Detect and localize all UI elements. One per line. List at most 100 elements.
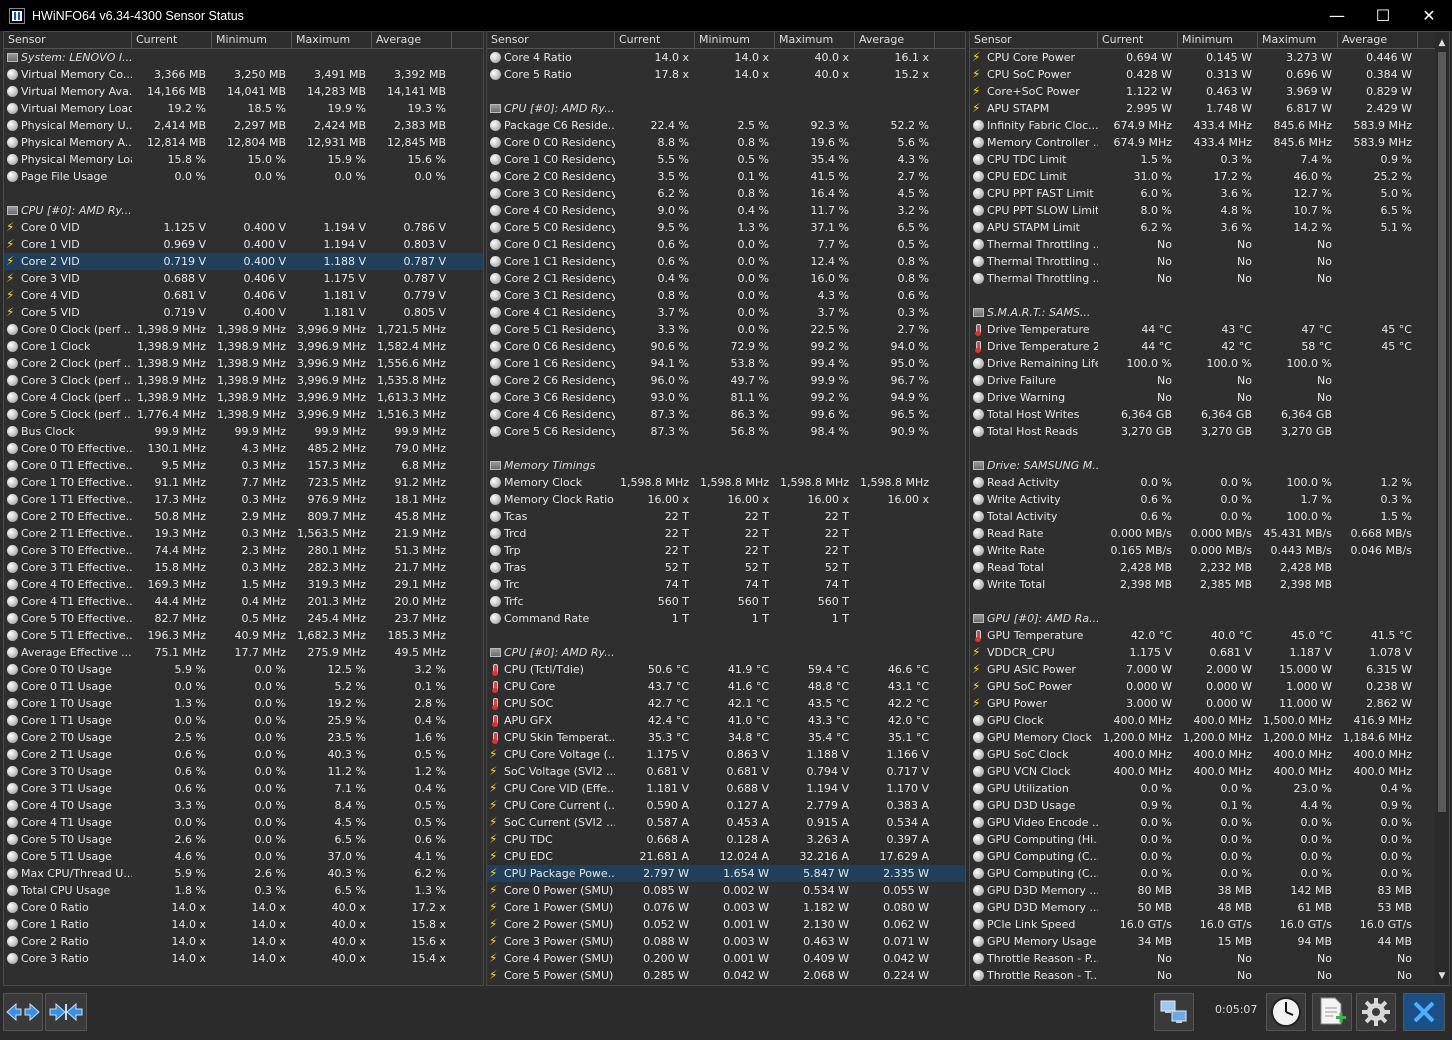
sensor-row[interactable]: SoC Current (SVI2 ... 0.587 A 0.453 A 0.915… (487, 814, 965, 831)
minimize-button[interactable]: — (1314, 0, 1360, 31)
sensor-row[interactable]: CPU Skin Temperat... 35.3 °C 34.8 °C 35.4 °… (487, 729, 965, 746)
sensor-row[interactable]: Throttle Reason - P... No No No No (970, 950, 1449, 967)
sensor-row[interactable]: CPU Core 43.7 °C 41.6 °C 48.8 °C 43.1 °C (487, 678, 965, 695)
sensor-row[interactable]: Total CPU Usage 1.8 % 0.3 % 6.5 % 1.3 % (4, 882, 483, 899)
sensor-row[interactable]: CPU Core VID (Effe... 1.181 V 0.688 V 1.194… (487, 780, 965, 797)
col-sensor[interactable]: Sensor (487, 32, 615, 48)
sensor-row[interactable]: Write Activity 0.6 % 0.0 % 1.7 % 0.3 % (970, 491, 1449, 508)
sensor-group-header[interactable]: Drive: SAMSUNG M... (970, 457, 1449, 474)
sensor-row[interactable]: Trc 74 T 74 T 74 T (487, 576, 965, 593)
sensor-row[interactable]: Core 1 Power (SMU) 0.076 W 0.003 W 1.182 W 0… (487, 899, 965, 916)
sensor-row[interactable]: Core+SoC Power 1.122 W 0.463 W 3.969 W 0.829… (970, 83, 1449, 100)
sensor-row[interactable]: GPU D3D Usage 0.9 % 0.1 % 4.4 % 0.9 % (970, 797, 1449, 814)
sensor-row[interactable]: Core 4 T0 Effective... 169.3 MHz 1.5 MHz 31… (4, 576, 483, 593)
sensor-row[interactable]: Core 5 C1 Residency 3.3 % 0.0 % 22.5 % 2.7 % (487, 321, 965, 338)
sensor-row[interactable]: Core 0 VID 1.125 V 0.400 V 1.194 V 0.786 V (4, 219, 483, 236)
sensor-row[interactable]: Core 1 T1 Effective... 17.3 MHz 0.3 MHz 976… (4, 491, 483, 508)
sensor-row[interactable]: Virtual Memory Ava... 14,166 MB 14,041 MB 1… (4, 83, 483, 100)
sensor-row[interactable]: Core 2 VID 0.719 V 0.400 V 1.188 V 0.787 V (4, 253, 483, 270)
sensor-row[interactable]: Average Effective ... 75.1 MHz 17.7 MHz 275… (4, 644, 483, 661)
col-average[interactable]: Average (855, 32, 935, 48)
sensor-row[interactable]: Core 2 C0 Residency 3.5 % 0.1 % 41.5 % 2.7 % (487, 168, 965, 185)
sensor-row[interactable]: Memory Clock Ratio 16.00 x 16.00 x 16.00 x 1… (487, 491, 965, 508)
sensor-row[interactable]: Infinity Fabric Cloc... 674.9 MHz 433.4 MH… (970, 117, 1449, 134)
sensor-row[interactable]: Drive Failure No No No (970, 372, 1449, 389)
sensor-row[interactable]: Core 1 VID 0.969 V 0.400 V 1.194 V 0.803 V (4, 236, 483, 253)
sensor-row[interactable]: Throttle Reason - T... No No No No (970, 967, 1449, 984)
sensor-row[interactable]: Read Total 2,428 MB 2,232 MB 2,428 MB (970, 559, 1449, 576)
sensor-row[interactable]: Core 5 T1 Usage 4.6 % 0.0 % 37.0 % 4.1 % (4, 848, 483, 865)
sensor-row[interactable]: Core 2 Clock (perf ... 1,398.9 MHz 1,398.9… (4, 355, 483, 372)
sensor-row[interactable]: Physical Memory A... 12,814 MB 12,804 MB 12… (4, 134, 483, 151)
sensor-row[interactable]: CPU TDC 0.668 A 0.128 A 3.263 A 0.397 A (487, 831, 965, 848)
sensor-row[interactable]: Core 3 VID 0.688 V 0.406 V 1.175 V 0.787 V (4, 270, 483, 287)
logging-button[interactable] (1312, 993, 1352, 1031)
sensor-row[interactable]: Core 4 T0 Usage 3.3 % 0.0 % 8.4 % 0.5 % (4, 797, 483, 814)
sensor-row[interactable]: Tcas 22 T 22 T 22 T (487, 508, 965, 525)
col-sensor[interactable]: Sensor (970, 32, 1098, 48)
sensor-row[interactable]: APU STAPM 2.995 W 1.748 W 6.817 W 2.429 W (970, 100, 1449, 117)
reset-timer-button[interactable] (1266, 993, 1306, 1031)
sensor-row[interactable]: GPU Clock 400.0 MHz 400.0 MHz 1,500.0 MHz 41… (970, 712, 1449, 729)
sensor-row[interactable]: CPU Core Power 0.694 W 0.145 W 3.273 W 0.446… (970, 49, 1449, 66)
sensor-row[interactable]: Drive Remaining Life 100.0 % 100.0 % 100.0 … (970, 355, 1449, 372)
col-maximum[interactable]: Maximum (292, 32, 372, 48)
sensor-row[interactable]: Core 1 Clock 1,398.9 MHz 1,398.9 MHz 3,996.… (4, 338, 483, 355)
sensor-row[interactable]: Virtual Memory Co... 3,366 MB 3,250 MB 3,49… (4, 66, 483, 83)
sensor-row[interactable]: CPU PPT FAST Limit 6.0 % 3.6 % 12.7 % 5.0 % (970, 185, 1449, 202)
sensor-row[interactable]: Core 3 T0 Effective... 74.4 MHz 2.3 MHz 280… (4, 542, 483, 559)
sensor-row[interactable]: Core 5 VID 0.719 V 0.400 V 1.181 V 0.805 V (4, 304, 483, 321)
sensor-row[interactable]: Core 2 T0 Usage 2.5 % 0.0 % 23.5 % 1.6 % (4, 729, 483, 746)
close-sensors-button[interactable] (1403, 993, 1445, 1031)
sensor-row[interactable]: Core 1 T0 Effective... 91.1 MHz 7.7 MHz 723… (4, 474, 483, 491)
sensor-row[interactable]: Core 1 Ratio 14.0 x 14.0 x 40.0 x 15.8 x (4, 916, 483, 933)
sensor-row[interactable]: Core 4 T1 Effective... 44.4 MHz 0.4 MHz 201… (4, 593, 483, 610)
sensor-row[interactable]: Core 3 C6 Residency 93.0 % 81.1 % 99.2 % 94.… (487, 389, 965, 406)
sensor-row[interactable]: GPU Computing (C... 0.0 % 0.0 % 0.0 % 0.0 % (970, 865, 1449, 882)
sensor-group-header[interactable]: CPU [#0]: AMD Ry... (4, 202, 483, 219)
col-maximum[interactable]: Maximum (1258, 32, 1338, 48)
sensor-row[interactable]: Total Activity 0.6 % 0.0 % 100.0 % 1.5 % (970, 508, 1449, 525)
close-window-button[interactable]: ✕ (1406, 0, 1452, 31)
sensor-row[interactable]: GPU ASIC Power 7.000 W 2.000 W 15.000 W 6.31… (970, 661, 1449, 678)
sensor-row[interactable]: Thermal Throttling ... No No No (970, 270, 1449, 287)
sensor-row[interactable]: Total Host Writes 6,364 GB 6,364 GB 6,364 G… (970, 406, 1449, 423)
sensor-row[interactable]: Core 1 T0 Usage 1.3 % 0.0 % 19.2 % 2.8 % (4, 695, 483, 712)
sensor-row[interactable]: Memory Controller ... 674.9 MHz 433.4 MHz 8… (970, 134, 1449, 151)
sensor-row[interactable]: Core 3 C0 Residency 6.2 % 0.8 % 16.4 % 4.5 % (487, 185, 965, 202)
sensor-row[interactable]: GPU Computing (C... 0.0 % 0.0 % 0.0 % 0.0 % (970, 848, 1449, 865)
sensor-row[interactable]: GPU D3D Memory ... 80 MB 38 MB 142 MB 83 MB (970, 882, 1449, 899)
sensor-group-header[interactable]: CPU [#0]: AMD Ry... (487, 644, 965, 661)
col-sensor[interactable]: Sensor (4, 32, 132, 48)
sensor-row[interactable]: GPU Video Encode ... 0.0 % 0.0 % 0.0 % 0.0 % (970, 814, 1449, 831)
sensor-row[interactable]: Core 5 C6 Residency 87.3 % 56.8 % 98.4 % 90.… (487, 423, 965, 440)
sensor-row[interactable]: Core 5 T1 Effective... 196.3 MHz 40.9 MHz 1… (4, 627, 483, 644)
sensor-group-header[interactable]: Memory Timings (487, 457, 965, 474)
sensor-group-header[interactable]: S.M.A.R.T.: SAMS... (970, 304, 1449, 321)
sensor-row[interactable]: Core 4 Clock (perf ... 1,398.9 MHz 1,398.9… (4, 389, 483, 406)
sensor-row[interactable]: VDDCR_CPU 1.175 V 0.681 V 1.187 V 1.078 V (970, 644, 1449, 661)
sensor-row[interactable]: Core 3 C1 Residency 0.8 % 0.0 % 4.3 % 0.6 % (487, 287, 965, 304)
col-minimum[interactable]: Minimum (212, 32, 292, 48)
sensor-row[interactable]: Package C6 Reside... 22.4 % 2.5 % 92.3 % 52.… (487, 117, 965, 134)
col-current[interactable]: Current (615, 32, 695, 48)
sensor-group-header[interactable]: System: LENOVO I... (4, 49, 483, 66)
sensor-row[interactable]: Drive Warning No No No (970, 389, 1449, 406)
sensor-group-header[interactable]: GPU [#0]: AMD Ra... (970, 610, 1449, 627)
sensor-row[interactable]: CPU Core Voltage (... 1.175 V 0.863 V 1.188… (487, 746, 965, 763)
sensor-row[interactable]: Core 0 T0 Usage 5.9 % 0.0 % 12.5 % 3.2 % (4, 661, 483, 678)
sensor-row[interactable]: Core 3 Power (SMU) 0.088 W 0.003 W 0.463 W 0… (487, 933, 965, 950)
sensor-row[interactable]: Core 0 Clock (perf ... 1,398.9 MHz 1,398.9… (4, 321, 483, 338)
sensor-row[interactable]: Read Activity 0.0 % 0.0 % 100.0 % 1.2 % (970, 474, 1449, 491)
sensor-row[interactable]: GPU Utilization 0.0 % 0.0 % 23.0 % 0.4 % (970, 780, 1449, 797)
maximize-button[interactable]: ☐ (1360, 0, 1406, 31)
sensor-row[interactable]: Core 0 Ratio 14.0 x 14.0 x 40.0 x 17.2 x (4, 899, 483, 916)
sensor-row[interactable]: Core 0 C0 Residency 8.8 % 0.8 % 19.6 % 5.6 % (487, 134, 965, 151)
sensor-row[interactable]: APU STAPM Limit 6.2 % 3.6 % 14.2 % 5.1 % (970, 219, 1449, 236)
sensor-row[interactable]: CPU TDC Limit 1.5 % 0.3 % 7.4 % 0.9 % (970, 151, 1449, 168)
sensor-row[interactable]: CPU SOC 42.7 °C 42.1 °C 43.5 °C 42.2 °C (487, 695, 965, 712)
sensor-row[interactable]: GPU Power 3.000 W 0.000 W 11.000 W 2.862 W (970, 695, 1449, 712)
sensor-row[interactable]: Trfc 560 T 560 T 560 T (487, 593, 965, 610)
sensor-row[interactable]: GPU Temperature 42.0 °C 40.0 °C 45.0 °C 41.5… (970, 627, 1449, 644)
sensor-row[interactable]: Thermal Throttling ... No No No (970, 236, 1449, 253)
